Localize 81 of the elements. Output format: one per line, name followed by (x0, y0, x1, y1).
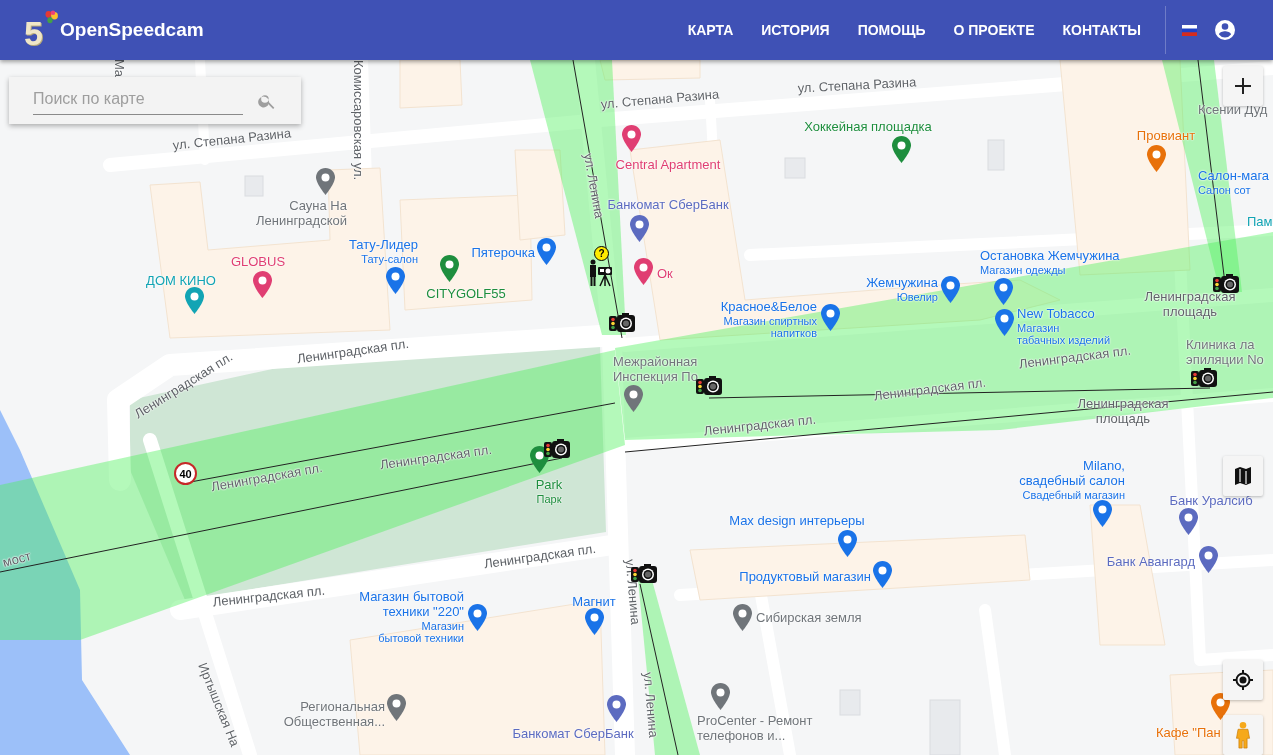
place-category: Ювелир (895, 291, 938, 304)
nav-link[interactable]: ИСТОРИЯ (747, 22, 844, 38)
place-label[interactable]: Жемчужина (866, 276, 938, 292)
place-label[interactable]: Банкомат СберБанк (607, 197, 729, 213)
search-bar[interactable]: Поиск по карте (9, 77, 301, 124)
place-label[interactable]: ДОМ КИНО (146, 273, 216, 289)
place-category: Свадебный магазин (1021, 488, 1125, 501)
place-label[interactable]: Пятерочка (471, 245, 535, 261)
place-label[interactable]: Красное&Белое (720, 300, 817, 316)
place-label[interactable]: Кафе "Пан (1156, 725, 1221, 741)
zoom-in-button[interactable] (1223, 66, 1263, 106)
balloons-icon (44, 10, 59, 26)
street-label: ул. Ленина (639, 671, 661, 739)
street-label: Ленинградская пл. (212, 583, 326, 611)
place-label[interactable]: Park (535, 478, 563, 494)
nav-link[interactable]: КАРТА (673, 22, 748, 38)
place-label[interactable]: Тату-Лидер (348, 238, 418, 254)
street-label: ул. Ленина (579, 152, 607, 220)
zoom-in-icon (1232, 75, 1254, 97)
nav-link[interactable]: КОНТАКТЫ (1048, 22, 1155, 38)
logo-digit: 5 (24, 16, 43, 50)
flag-icon[interactable] (1182, 24, 1197, 36)
place-category: Тату-салон (360, 253, 418, 266)
place-category: Магазин спиртных напитков (722, 315, 817, 340)
place-label[interactable]: Региональная Общественная... (283, 700, 385, 730)
street-label: Ма (111, 60, 127, 78)
place-label[interactable]: Провиант (1136, 128, 1196, 144)
brand-name[interactable]: OpenSpeedcam (60, 19, 204, 41)
street-label: Комиссаровская ул. (350, 60, 366, 181)
place-label[interactable]: Банк Авангард (1106, 554, 1195, 570)
place-label[interactable]: Хоккейная площадка (804, 119, 932, 135)
map-type-button[interactable] (1223, 456, 1263, 496)
place-label[interactable]: Остановка Жемчужина (980, 249, 1120, 265)
place-label[interactable]: Milano, свадебный салон (1019, 459, 1125, 489)
place-label[interactable]: Пам (1247, 214, 1273, 230)
locate-button[interactable] (1223, 660, 1263, 700)
street-label: ул. Степана Разина (172, 126, 292, 154)
map-icon (1232, 465, 1254, 487)
traffic-camera-icon[interactable] (1213, 274, 1239, 294)
traffic-camera-icon[interactable] (696, 376, 722, 396)
street-label: ул. Степана Разина (600, 87, 720, 113)
traffic-camera-icon[interactable] (609, 313, 635, 333)
place-label[interactable]: Магнит (572, 594, 616, 610)
place-label[interactable]: Max design интерьеры (729, 513, 865, 529)
place-label[interactable]: Банкомат СберБанк (512, 726, 634, 742)
street-label: Ленинградская пл. (483, 541, 597, 573)
person-icon (1234, 719, 1252, 751)
nav-link[interactable]: О ПРОЕКТЕ (939, 22, 1049, 38)
place-label[interactable]: Central Apartment (615, 157, 721, 173)
place-label[interactable]: Сибирская земля (756, 610, 862, 626)
place-label[interactable]: CITYGOLF55 (426, 286, 506, 302)
place-label[interactable]: Магазин бытовой техники "220" (359, 589, 464, 620)
building (839, 689, 861, 716)
traffic-camera-icon[interactable] (544, 439, 570, 459)
place-category: Магазин одежды (980, 264, 1067, 277)
place-label[interactable]: Межрайонная Инспекция По (613, 355, 698, 385)
street-label: ул. Степана Разина (797, 75, 917, 97)
street-label: Ленинградская площадь (1144, 290, 1236, 320)
camera-tripod-icon[interactable] (588, 259, 614, 287)
place-category: Парк (535, 493, 563, 506)
account-icon[interactable] (1213, 18, 1237, 42)
place-label[interactable]: Клиника ла эпиляции No (1186, 338, 1264, 368)
place-label[interactable]: Продуктовый магазин (739, 569, 871, 585)
street-label: мост (1, 549, 33, 571)
search-field[interactable]: Поиск по карте (33, 86, 243, 115)
place-label[interactable]: Сауна На Ленинградской (256, 199, 347, 229)
place-label[interactable]: GLOBUS (230, 254, 286, 270)
traffic-camera-icon[interactable] (1191, 368, 1217, 388)
place-label[interactable]: New Tobacco (1017, 307, 1111, 323)
nav-link[interactable]: ПОМОЩЬ (843, 22, 940, 38)
street-label: Ленинградская пл. (296, 336, 410, 368)
street-label: Ленинградская пл. (703, 412, 817, 440)
place-label[interactable]: Банк Уралсиб (1169, 493, 1253, 509)
street-label: Ленинградская пл. (379, 442, 493, 474)
place-category: Магазин табачных изделий (1017, 322, 1111, 347)
building (929, 699, 961, 755)
place-category: Магазин бытовой техники (377, 619, 464, 645)
place-label[interactable]: ProCenter - Ремонт телефонов и... (697, 714, 813, 744)
locate-icon (1232, 669, 1254, 691)
street-label: Ленинградская пл. (873, 375, 987, 405)
place-label[interactable]: Ок (657, 266, 673, 282)
